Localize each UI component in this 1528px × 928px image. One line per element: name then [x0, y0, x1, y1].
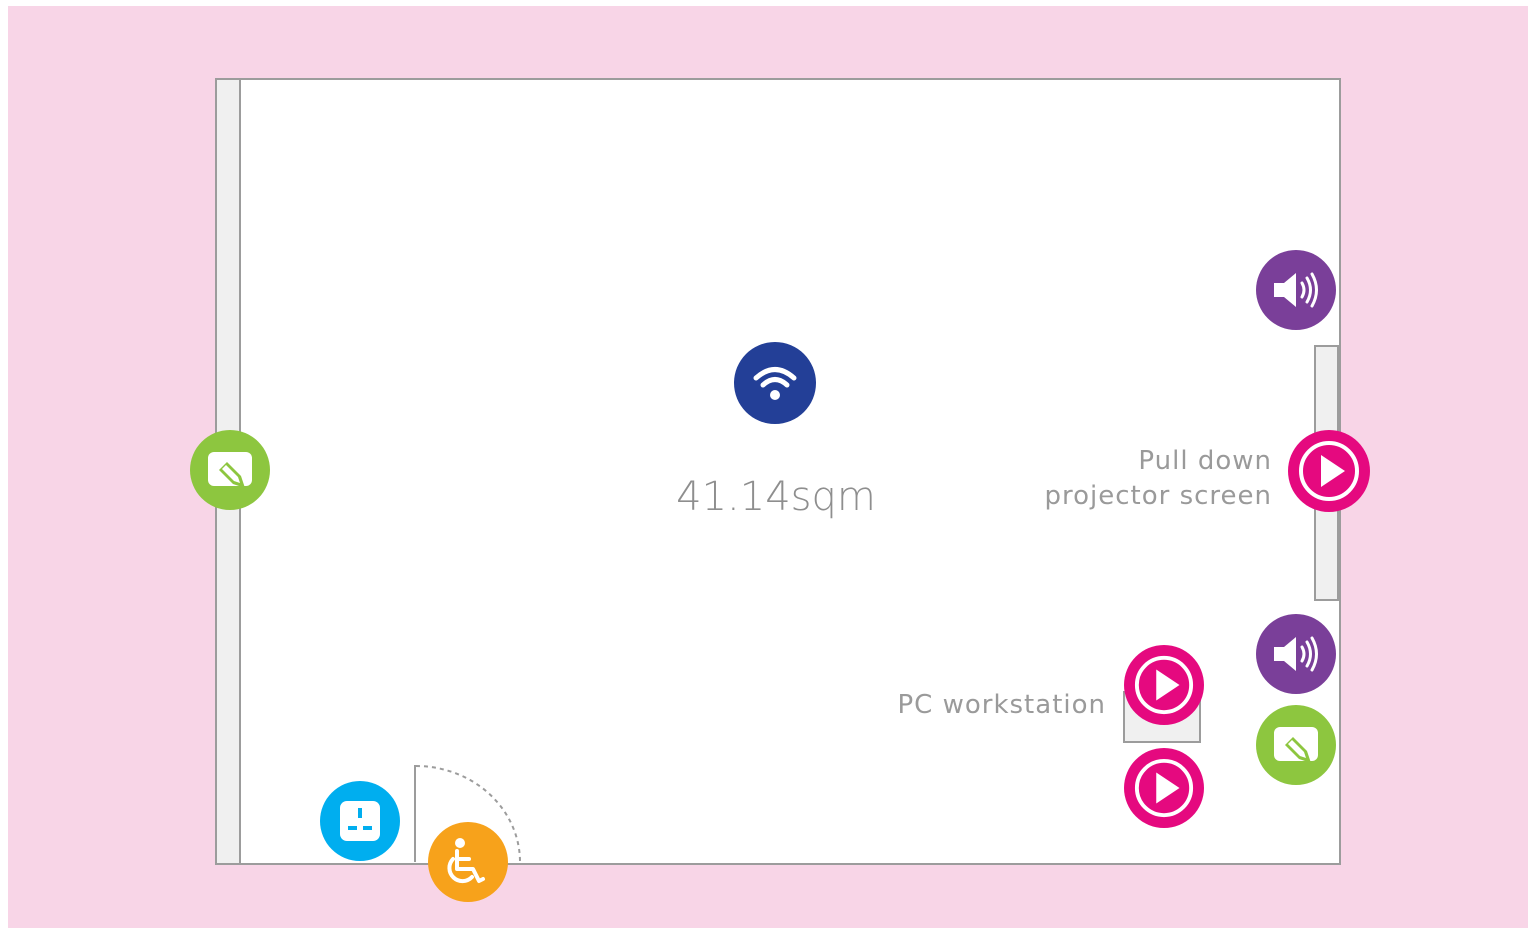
wheelchair-icon[interactable]	[428, 822, 508, 902]
wifi-icon[interactable]	[734, 342, 816, 424]
play-icon[interactable]	[1124, 748, 1204, 828]
whiteboard-icon[interactable]	[1256, 705, 1336, 785]
projector-label-line2: projector screen	[1044, 481, 1272, 511]
whiteboard-glyph	[1274, 727, 1318, 763]
play-glyph	[1299, 441, 1359, 501]
play-glyph	[1134, 758, 1194, 818]
play-icon[interactable]	[1288, 430, 1370, 512]
pc-workstation-label: PC workstation	[897, 690, 1106, 720]
power-socket-icon[interactable]	[320, 781, 400, 861]
whiteboard-glyph	[208, 452, 252, 488]
projector-screen-label: Pull down projector screen	[1010, 444, 1272, 514]
speaker-glyph	[1274, 636, 1318, 672]
speaker-icon[interactable]	[1256, 614, 1336, 694]
speaker-icon[interactable]	[1256, 250, 1336, 330]
wifi-glyph	[753, 367, 797, 400]
projector-label-line1: Pull down	[1138, 446, 1272, 476]
wheelchair-glyph	[447, 838, 485, 884]
speaker-glyph	[1274, 272, 1318, 308]
play-glyph	[1134, 655, 1194, 715]
whiteboard-icon[interactable]	[190, 430, 270, 510]
play-icon[interactable]	[1124, 645, 1204, 725]
power-socket-glyph	[340, 801, 380, 841]
room-area: 41.14sqm	[676, 474, 876, 520]
